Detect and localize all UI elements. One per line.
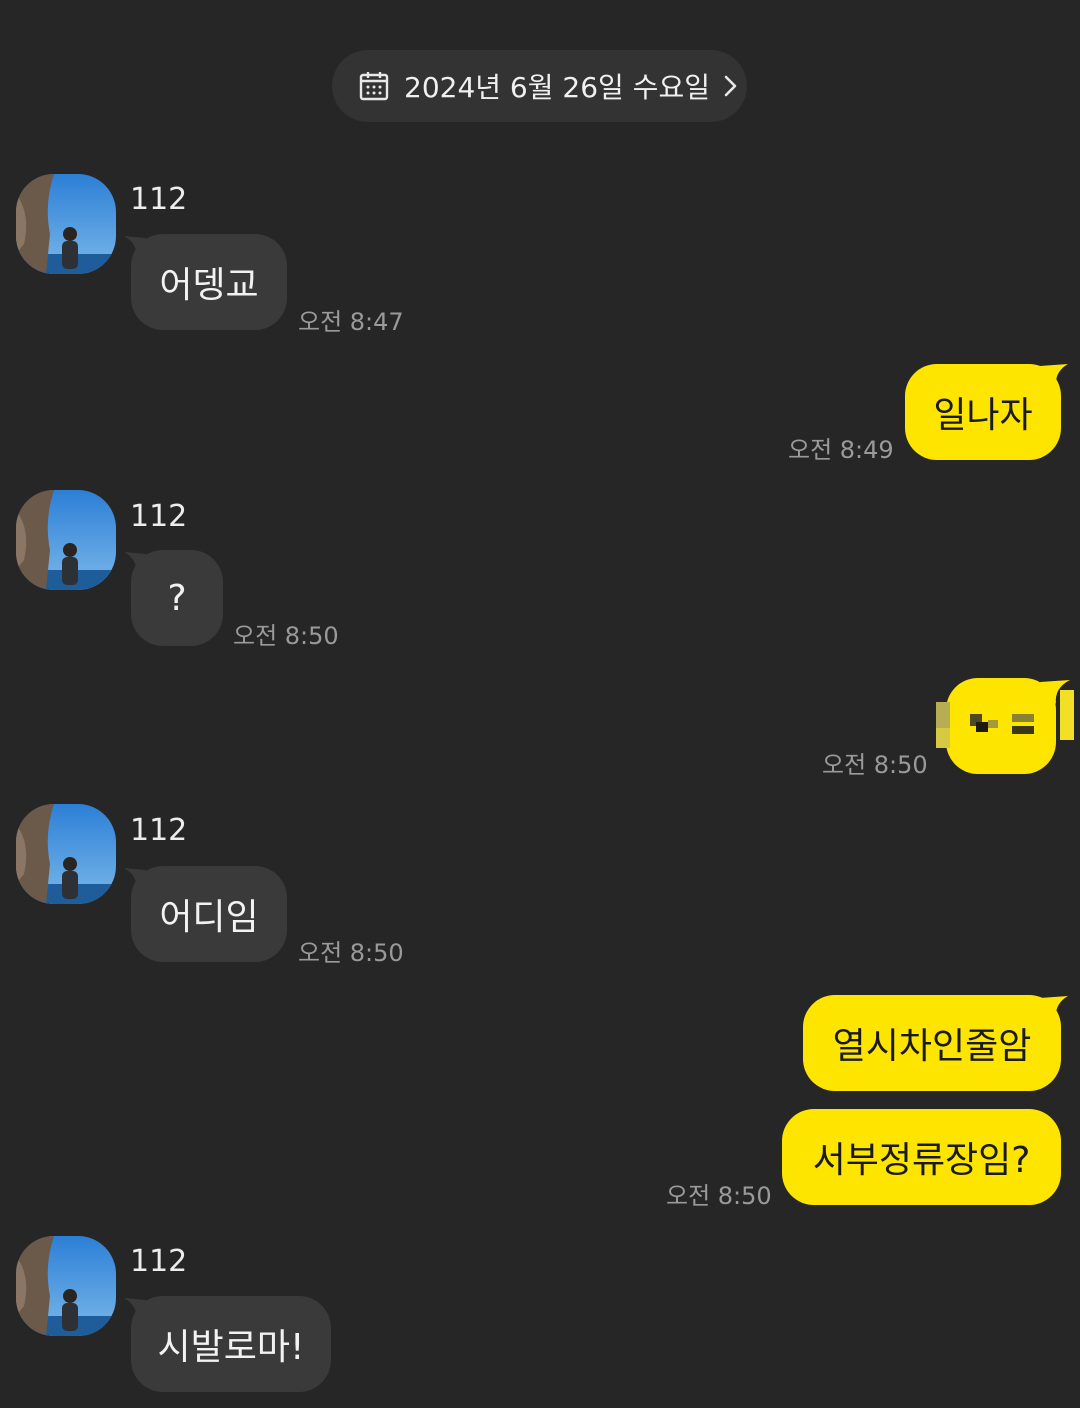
sender-name: 112 (130, 813, 188, 848)
message-time: 오전 8:50 (233, 622, 339, 650)
message-bubble[interactable]: 시발로마! (131, 1296, 331, 1392)
calendar-icon (359, 72, 389, 101)
message-bubble[interactable]: 서부정류장임? (782, 1109, 1061, 1205)
message-time: 오전 8:47 (298, 308, 404, 336)
bubble-tail (1040, 364, 1068, 388)
sender-name: 112 (130, 499, 188, 534)
bubble-tail (1040, 996, 1068, 1020)
message-bubble[interactable]: 일나자 (905, 364, 1061, 460)
message-bubble[interactable]: 열시차인줄암 (803, 995, 1061, 1091)
avatar[interactable] (16, 804, 116, 904)
chevron-right-icon (724, 75, 737, 97)
avatar[interactable] (16, 490, 116, 590)
avatar[interactable] (16, 174, 116, 274)
message-bubble[interactable]: 어뎅교 (131, 234, 287, 330)
message-time: 오전 8:49 (788, 436, 894, 464)
pixelated-redaction (936, 690, 1074, 748)
sender-name: 112 (130, 1244, 188, 1279)
message-time: 오전 8:50 (666, 1182, 772, 1210)
avatar[interactable] (16, 1236, 116, 1336)
chat-screen: 2024년 6월 26일 수요일 112 어뎅교 오전 8:47 일나자 오전 … (0, 0, 1080, 1408)
message-time: 오전 8:50 (822, 751, 928, 779)
message-bubble[interactable]: ? (131, 550, 223, 646)
date-header[interactable]: 2024년 6월 26일 수요일 (332, 50, 747, 122)
message-bubble[interactable]: 어디임 (131, 866, 287, 962)
date-label: 2024년 6월 26일 수요일 (404, 71, 710, 104)
sender-name: 112 (130, 182, 188, 217)
message-time: 오전 8:50 (298, 939, 404, 967)
